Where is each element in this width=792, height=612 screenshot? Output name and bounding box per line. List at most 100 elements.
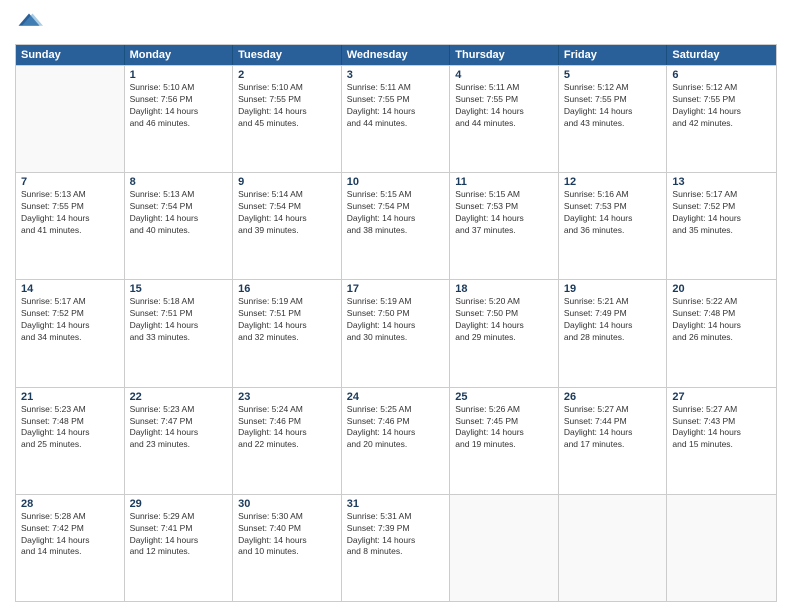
calendar-cell: 27Sunrise: 5:27 AM Sunset: 7:43 PM Dayli… [667, 388, 776, 494]
day-number: 25 [455, 391, 553, 403]
day-info: Sunrise: 5:15 AM Sunset: 7:53 PM Dayligh… [455, 189, 553, 237]
day-info: Sunrise: 5:16 AM Sunset: 7:53 PM Dayligh… [564, 189, 662, 237]
calendar-cell: 26Sunrise: 5:27 AM Sunset: 7:44 PM Dayli… [559, 388, 668, 494]
day-number: 22 [130, 391, 228, 403]
header-cell-sunday: Sunday [16, 45, 125, 65]
calendar-cell: 12Sunrise: 5:16 AM Sunset: 7:53 PM Dayli… [559, 173, 668, 279]
header-cell-monday: Monday [125, 45, 234, 65]
header-cell-friday: Friday [559, 45, 668, 65]
header [15, 10, 777, 38]
calendar-row: 28Sunrise: 5:28 AM Sunset: 7:42 PM Dayli… [16, 494, 776, 601]
day-number: 24 [347, 391, 445, 403]
header-cell-tuesday: Tuesday [233, 45, 342, 65]
calendar-cell: 1Sunrise: 5:10 AM Sunset: 7:56 PM Daylig… [125, 66, 234, 172]
day-info: Sunrise: 5:12 AM Sunset: 7:55 PM Dayligh… [672, 82, 771, 130]
day-info: Sunrise: 5:13 AM Sunset: 7:55 PM Dayligh… [21, 189, 119, 237]
calendar-cell: 28Sunrise: 5:28 AM Sunset: 7:42 PM Dayli… [16, 495, 125, 601]
day-number: 2 [238, 69, 336, 81]
day-info: Sunrise: 5:24 AM Sunset: 7:46 PM Dayligh… [238, 404, 336, 452]
calendar-cell: 7Sunrise: 5:13 AM Sunset: 7:55 PM Daylig… [16, 173, 125, 279]
calendar-cell: 9Sunrise: 5:14 AM Sunset: 7:54 PM Daylig… [233, 173, 342, 279]
calendar-header: SundayMondayTuesdayWednesdayThursdayFrid… [16, 45, 776, 65]
calendar-row: 14Sunrise: 5:17 AM Sunset: 7:52 PM Dayli… [16, 279, 776, 386]
day-info: Sunrise: 5:28 AM Sunset: 7:42 PM Dayligh… [21, 511, 119, 559]
page: SundayMondayTuesdayWednesdayThursdayFrid… [0, 0, 792, 612]
calendar-cell: 31Sunrise: 5:31 AM Sunset: 7:39 PM Dayli… [342, 495, 451, 601]
day-info: Sunrise: 5:27 AM Sunset: 7:44 PM Dayligh… [564, 404, 662, 452]
day-info: Sunrise: 5:27 AM Sunset: 7:43 PM Dayligh… [672, 404, 771, 452]
day-number: 19 [564, 283, 662, 295]
day-number: 23 [238, 391, 336, 403]
header-cell-thursday: Thursday [450, 45, 559, 65]
calendar-cell [559, 495, 668, 601]
header-cell-saturday: Saturday [667, 45, 776, 65]
calendar-cell: 2Sunrise: 5:10 AM Sunset: 7:55 PM Daylig… [233, 66, 342, 172]
calendar-cell: 25Sunrise: 5:26 AM Sunset: 7:45 PM Dayli… [450, 388, 559, 494]
logo [15, 10, 47, 38]
day-number: 4 [455, 69, 553, 81]
day-info: Sunrise: 5:17 AM Sunset: 7:52 PM Dayligh… [672, 189, 771, 237]
day-info: Sunrise: 5:17 AM Sunset: 7:52 PM Dayligh… [21, 296, 119, 344]
day-number: 1 [130, 69, 228, 81]
calendar-cell: 6Sunrise: 5:12 AM Sunset: 7:55 PM Daylig… [667, 66, 776, 172]
day-info: Sunrise: 5:11 AM Sunset: 7:55 PM Dayligh… [347, 82, 445, 130]
day-number: 12 [564, 176, 662, 188]
calendar-cell: 17Sunrise: 5:19 AM Sunset: 7:50 PM Dayli… [342, 280, 451, 386]
day-info: Sunrise: 5:13 AM Sunset: 7:54 PM Dayligh… [130, 189, 228, 237]
day-info: Sunrise: 5:14 AM Sunset: 7:54 PM Dayligh… [238, 189, 336, 237]
day-number: 15 [130, 283, 228, 295]
calendar-cell: 24Sunrise: 5:25 AM Sunset: 7:46 PM Dayli… [342, 388, 451, 494]
day-number: 31 [347, 498, 445, 510]
day-number: 14 [21, 283, 119, 295]
calendar-cell: 10Sunrise: 5:15 AM Sunset: 7:54 PM Dayli… [342, 173, 451, 279]
calendar-cell: 4Sunrise: 5:11 AM Sunset: 7:55 PM Daylig… [450, 66, 559, 172]
day-info: Sunrise: 5:25 AM Sunset: 7:46 PM Dayligh… [347, 404, 445, 452]
day-info: Sunrise: 5:29 AM Sunset: 7:41 PM Dayligh… [130, 511, 228, 559]
day-number: 6 [672, 69, 771, 81]
day-number: 11 [455, 176, 553, 188]
day-info: Sunrise: 5:18 AM Sunset: 7:51 PM Dayligh… [130, 296, 228, 344]
calendar-cell [450, 495, 559, 601]
calendar-cell: 18Sunrise: 5:20 AM Sunset: 7:50 PM Dayli… [450, 280, 559, 386]
day-info: Sunrise: 5:19 AM Sunset: 7:50 PM Dayligh… [347, 296, 445, 344]
header-cell-wednesday: Wednesday [342, 45, 451, 65]
day-number: 9 [238, 176, 336, 188]
calendar-cell [667, 495, 776, 601]
day-number: 17 [347, 283, 445, 295]
calendar-row: 1Sunrise: 5:10 AM Sunset: 7:56 PM Daylig… [16, 65, 776, 172]
day-info: Sunrise: 5:30 AM Sunset: 7:40 PM Dayligh… [238, 511, 336, 559]
calendar-cell: 8Sunrise: 5:13 AM Sunset: 7:54 PM Daylig… [125, 173, 234, 279]
day-info: Sunrise: 5:26 AM Sunset: 7:45 PM Dayligh… [455, 404, 553, 452]
day-info: Sunrise: 5:10 AM Sunset: 7:55 PM Dayligh… [238, 82, 336, 130]
day-number: 26 [564, 391, 662, 403]
calendar-row: 7Sunrise: 5:13 AM Sunset: 7:55 PM Daylig… [16, 172, 776, 279]
calendar-cell: 11Sunrise: 5:15 AM Sunset: 7:53 PM Dayli… [450, 173, 559, 279]
day-number: 27 [672, 391, 771, 403]
calendar-cell: 5Sunrise: 5:12 AM Sunset: 7:55 PM Daylig… [559, 66, 668, 172]
day-info: Sunrise: 5:12 AM Sunset: 7:55 PM Dayligh… [564, 82, 662, 130]
day-number: 28 [21, 498, 119, 510]
calendar-cell: 30Sunrise: 5:30 AM Sunset: 7:40 PM Dayli… [233, 495, 342, 601]
day-info: Sunrise: 5:19 AM Sunset: 7:51 PM Dayligh… [238, 296, 336, 344]
calendar-row: 21Sunrise: 5:23 AM Sunset: 7:48 PM Dayli… [16, 387, 776, 494]
calendar-cell: 3Sunrise: 5:11 AM Sunset: 7:55 PM Daylig… [342, 66, 451, 172]
day-number: 10 [347, 176, 445, 188]
calendar-cell: 22Sunrise: 5:23 AM Sunset: 7:47 PM Dayli… [125, 388, 234, 494]
day-info: Sunrise: 5:23 AM Sunset: 7:47 PM Dayligh… [130, 404, 228, 452]
day-number: 16 [238, 283, 336, 295]
calendar: SundayMondayTuesdayWednesdayThursdayFrid… [15, 44, 777, 602]
calendar-cell: 15Sunrise: 5:18 AM Sunset: 7:51 PM Dayli… [125, 280, 234, 386]
day-info: Sunrise: 5:20 AM Sunset: 7:50 PM Dayligh… [455, 296, 553, 344]
day-number: 21 [21, 391, 119, 403]
day-number: 8 [130, 176, 228, 188]
day-info: Sunrise: 5:15 AM Sunset: 7:54 PM Dayligh… [347, 189, 445, 237]
day-info: Sunrise: 5:10 AM Sunset: 7:56 PM Dayligh… [130, 82, 228, 130]
day-number: 20 [672, 283, 771, 295]
calendar-cell: 14Sunrise: 5:17 AM Sunset: 7:52 PM Dayli… [16, 280, 125, 386]
calendar-cell: 21Sunrise: 5:23 AM Sunset: 7:48 PM Dayli… [16, 388, 125, 494]
calendar-cell: 29Sunrise: 5:29 AM Sunset: 7:41 PM Dayli… [125, 495, 234, 601]
calendar-body: 1Sunrise: 5:10 AM Sunset: 7:56 PM Daylig… [16, 65, 776, 601]
day-info: Sunrise: 5:21 AM Sunset: 7:49 PM Dayligh… [564, 296, 662, 344]
day-info: Sunrise: 5:31 AM Sunset: 7:39 PM Dayligh… [347, 511, 445, 559]
calendar-cell: 13Sunrise: 5:17 AM Sunset: 7:52 PM Dayli… [667, 173, 776, 279]
